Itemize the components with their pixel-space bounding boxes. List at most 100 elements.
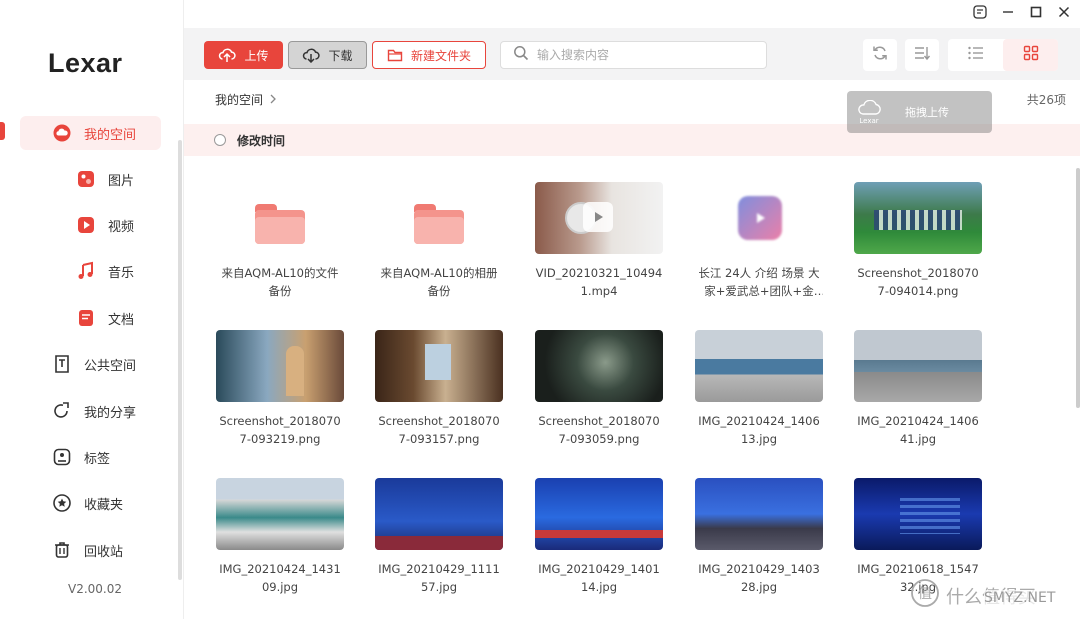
sidebar-item-tags[interactable]: 标签 [52,447,110,467]
upload-button[interactable]: 上传 [204,41,283,69]
new-folder-label: 新建文件夹 [410,48,471,63]
file-name: 长江 24人 介绍 场景 大家+爱武总+团队+金琳... [698,266,820,298]
document-icon [76,308,96,328]
sort-button[interactable] [905,39,939,71]
image-thumbnail [375,330,503,402]
item-count: 共26项 [1026,93,1066,107]
video-icon [76,215,96,235]
grid-view-button[interactable] [1003,39,1058,71]
file-item[interactable]: IMG_20210424_140641.jpg [854,330,982,448]
file-name: Screenshot_20180707-093157.png [378,414,500,446]
public-space-icon [52,354,72,374]
file-item[interactable]: IMG_20210429_140114.jpg [535,478,663,596]
file-name: IMG_20210429_111157.jpg [378,562,500,594]
trash-icon [52,540,72,560]
sidebar-item-label: 图片 [108,173,135,189]
folder-icon [414,204,464,244]
sidebar-item-public-space[interactable]: 公共空间 [52,354,136,374]
svg-text:值: 值 [918,586,932,602]
sidebar-scrollbar[interactable] [178,140,182,580]
search-box[interactable] [500,41,767,69]
sidebar-item-recycle-bin[interactable]: 回收站 [52,540,123,560]
sidebar-item-label: 文档 [108,312,135,328]
refresh-icon [871,44,889,66]
file-grid-scrollbar[interactable] [1076,168,1080,408]
file-name: Screenshot_20180707-093219.png [219,414,341,446]
drag-upload-tooltip: Lexar 拖拽上传 [847,91,992,133]
maximize-icon[interactable] [1028,4,1044,20]
new-folder-button[interactable]: 新建文件夹 [372,41,486,69]
sidebar-item-label: 收藏夹 [84,497,124,513]
file-item[interactable]: IMG_20210424_140613.jpg [695,330,823,448]
view-toggle [948,39,1058,71]
drag-upload-label: 拖拽上传 [905,106,949,119]
file-item[interactable]: IMG_20210429_111157.jpg [375,478,503,596]
feedback-icon[interactable] [972,4,988,20]
upload-cloud-icon [218,47,237,63]
file-name: IMG_20210424_143109.jpg [219,562,341,594]
file-item[interactable]: IMG_20210429_140328.jpg [695,478,823,596]
sidebar-item-favorites[interactable]: 收藏夹 [52,493,123,513]
star-icon [52,493,72,513]
window-controls [972,4,1072,20]
watermark-site: SMYZ.NET [984,590,1056,606]
toolbar: 上传 下载 新建文件夹 [184,28,1080,80]
sidebar-item-my-space[interactable]: 我的空间 [20,116,161,150]
sidebar-item-label: 标签 [84,451,111,467]
select-all-radio[interactable] [214,134,226,146]
file-item[interactable]: Screenshot_20180707-094014.png [854,182,982,300]
image-thumbnail [216,330,344,402]
download-label: 下载 [328,48,353,63]
drag-upload-brand: Lexar [859,116,879,125]
file-item[interactable]: Screenshot_20180707-093219.png [216,330,344,448]
breadcrumb: 我的空间 [215,91,277,108]
file-item[interactable]: IMG_20210424_143109.jpg [216,478,344,596]
image-thumbnail [854,330,982,402]
app-version: V2.00.02 [68,582,123,596]
sidebar-item-label: 回收站 [84,544,124,560]
file-name: IMG_20210424_140613.jpg [698,414,820,446]
file-name: IMG_20210424_140641.jpg [857,414,979,446]
download-cloud-icon [302,47,321,63]
refresh-button[interactable] [863,39,897,71]
watermark-logo-icon: 值 [910,578,940,613]
file-item[interactable]: Screenshot_20180707-093059.png [535,330,663,448]
file-item[interactable]: 长江 24人 介绍 场景 大家+爱武总+团队+金琳... [695,182,823,300]
sidebar-item-my-share[interactable]: 我的分享 [52,401,136,421]
image-thumbnail [375,478,503,550]
sidebar-item-videos[interactable]: 视频 [76,215,134,235]
list-view-button[interactable] [948,39,1003,71]
list-icon [967,45,985,65]
image-thumbnail [854,182,982,254]
breadcrumb-item[interactable]: 我的空间 [215,91,263,108]
sort-by-modified-time[interactable]: 修改时间 [237,132,285,149]
file-name: Screenshot_20180707-094014.png [857,266,979,298]
file-item[interactable]: 来自AQM-AL10的文件备份 [216,182,344,300]
file-name: IMG_20210429_140114.jpg [538,562,660,594]
grid-icon [1023,45,1039,65]
file-item[interactable]: 来自AQM-AL10的相册备份 [375,182,503,300]
image-thumbnail [854,478,982,550]
search-input[interactable] [537,48,757,62]
video-file-thumbnail [695,182,823,254]
sidebar-item-label: 我的分享 [84,405,137,421]
download-button[interactable]: 下载 [288,41,367,69]
sidebar-item-label: 我的空间 [84,127,137,143]
sidebar-item-music[interactable]: 音乐 [76,261,134,281]
sort-icon [913,44,931,66]
tag-icon [52,447,72,467]
file-item[interactable]: VID_20210321_104941.mp4 [535,182,663,300]
close-icon[interactable] [1056,4,1072,20]
minimize-icon[interactable] [1000,4,1016,20]
file-name: VID_20210321_104941.mp4 [535,266,663,298]
sidebar-item-documents[interactable]: 文档 [76,308,134,328]
cloud-icon [52,123,72,143]
image-thumbnail [695,330,823,402]
file-name: 来自AQM-AL10的相册备份 [380,266,498,298]
sidebar-item-photos[interactable]: 图片 [76,169,134,189]
photo-icon [76,169,96,189]
sidebar-item-label: 视频 [108,219,135,235]
file-item[interactable]: Screenshot_20180707-093157.png [375,330,503,448]
cloud-icon [858,99,881,115]
drag-upload-logo: Lexar [847,99,891,125]
